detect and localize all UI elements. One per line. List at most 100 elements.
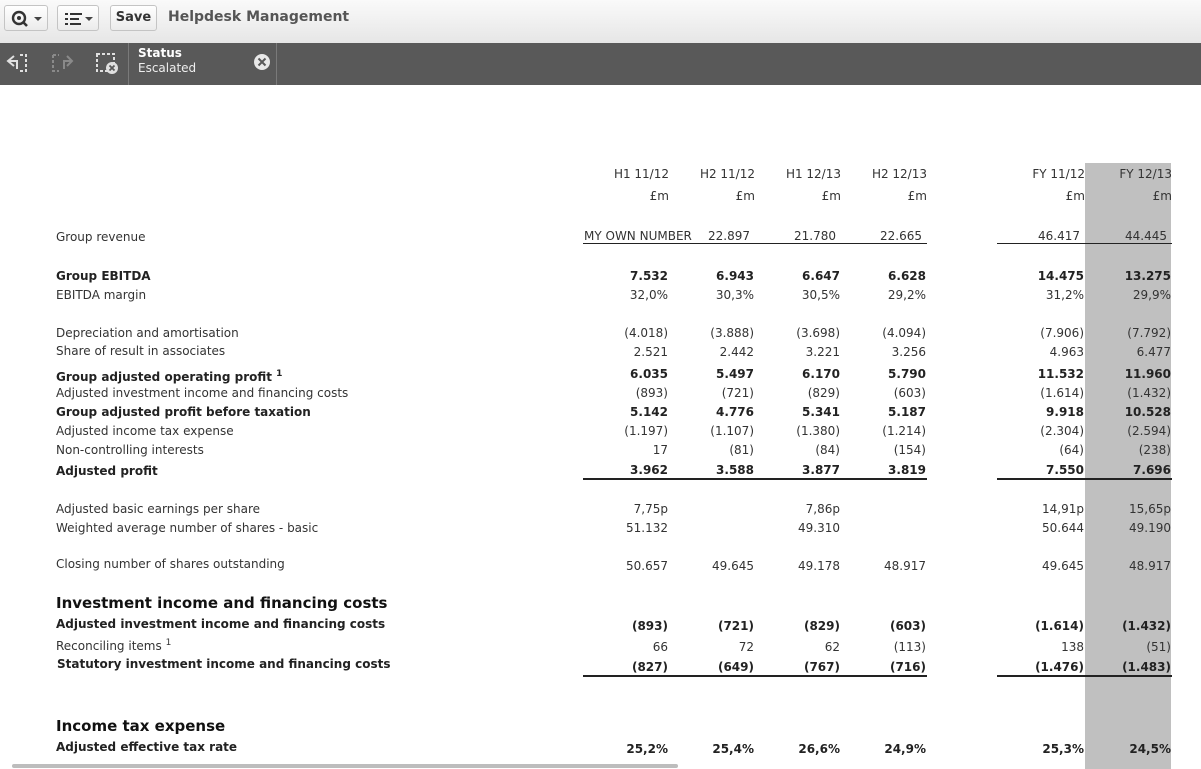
row-value: 5.497	[716, 367, 754, 381]
row-label: Reconciling items 1	[56, 635, 171, 654]
row-value: 50.644	[1042, 521, 1084, 535]
row-label: Share of result in associates	[56, 344, 226, 358]
row-value: 15,65p	[1129, 502, 1171, 516]
row-value: (1.380)	[796, 424, 840, 438]
row-value: 26,6%	[798, 742, 840, 756]
navigation-menu-button[interactable]	[57, 5, 99, 31]
row-value: 24,5%	[1129, 742, 1171, 756]
row-value: (3.888)	[710, 326, 754, 340]
chevron-down-icon	[34, 17, 42, 21]
row-label: Group adjusted operating profit 1	[56, 366, 282, 385]
row-label: Group EBITDA	[56, 269, 151, 283]
row-value: 22.665	[880, 229, 922, 243]
row-label: EBITDA margin	[56, 288, 147, 302]
save-button[interactable]: Save	[110, 5, 157, 31]
row-value: (827)	[631, 660, 668, 674]
row-value: 5.790	[888, 367, 926, 381]
row-value: 6.943	[716, 269, 754, 283]
step-forward-icon[interactable]	[50, 50, 76, 80]
row-value: (716)	[889, 660, 926, 674]
col-header-period: H2 11/12	[699, 167, 755, 181]
step-back-icon[interactable]	[4, 50, 30, 80]
row-value: (4.094)	[882, 326, 926, 340]
row-label: Adjusted profit	[56, 464, 158, 478]
row-value: (893)	[631, 619, 668, 633]
row-value: (649)	[717, 660, 754, 674]
row-value: 49.190	[1129, 521, 1171, 535]
section-title: Income tax expense	[56, 717, 226, 735]
row-value: 14,91p	[1042, 502, 1084, 516]
row-value: 29,9%	[1132, 288, 1171, 302]
row-label-text: Group adjusted operating profit	[56, 370, 272, 384]
col-header-period: H1 12/13	[785, 167, 841, 181]
row-value: (829)	[803, 619, 840, 633]
toolbar: Save Helpdesk Management	[0, 0, 1201, 44]
row-value: (238)	[1138, 443, 1171, 457]
row-value: (829)	[807, 386, 840, 400]
row-value: (1.483)	[1122, 660, 1171, 674]
row-value: 7.532	[630, 269, 668, 283]
row-value: (3.698)	[796, 326, 840, 340]
row-value: 5.341	[802, 405, 840, 419]
clear-all-selections-icon[interactable]	[94, 50, 120, 80]
row-value: (84)	[815, 443, 840, 457]
row-value: 7,86p	[805, 502, 840, 516]
divider	[997, 675, 1172, 677]
row-label-text: Reconciling items	[56, 639, 162, 653]
row-label: Group revenue	[56, 230, 146, 244]
row-label: Closing number of shares outstanding	[56, 557, 285, 571]
horizontal-scrollbar[interactable]	[12, 764, 678, 768]
row-value: 31,2%	[1045, 288, 1084, 302]
row-value: (2.594)	[1127, 424, 1171, 438]
row-value: 10.528	[1124, 405, 1171, 419]
row-value: (1.432)	[1122, 619, 1171, 633]
app-title: Helpdesk Management	[168, 9, 350, 25]
row-value: 4.963	[1049, 345, 1084, 359]
selection-field-value: Escalated	[138, 61, 197, 75]
row-value: 11.960	[1124, 367, 1171, 381]
row-value: 138	[1061, 640, 1084, 654]
row-value: (1.197)	[624, 424, 668, 438]
row-value: (81)	[729, 443, 754, 457]
section-title: Investment income and financing costs	[56, 594, 388, 612]
row-value: 9.918	[1046, 405, 1084, 419]
row-value: 30,3%	[715, 288, 754, 302]
row-label: Adjusted effective tax rate	[56, 740, 238, 754]
row-value: 46.417	[1038, 229, 1080, 243]
selection-chip-status[interactable]: Status Escalated	[128, 43, 277, 85]
row-value: 22.897	[708, 229, 750, 243]
row-value: 32,0%	[629, 288, 668, 302]
selection-field-name: Status	[138, 46, 182, 60]
row-value: 3.819	[888, 463, 926, 477]
row-value: 17	[652, 443, 668, 457]
row-value: (603)	[893, 386, 926, 400]
close-icon[interactable]	[253, 53, 271, 75]
row-label: Statutory investment income and financin…	[57, 657, 391, 671]
row-value: 6.477	[1136, 345, 1171, 359]
chevron-down-icon	[85, 17, 93, 21]
row-value: (1.476)	[1035, 660, 1084, 674]
row-value: 62	[824, 640, 840, 654]
row-value: 24,9%	[884, 742, 926, 756]
row-value: 25,2%	[626, 742, 668, 756]
selections-bar: Status Escalated	[0, 43, 1201, 85]
row-value: (2.304)	[1040, 424, 1084, 438]
col-header-unit: £m	[907, 189, 927, 203]
row-value: (4.018)	[624, 326, 668, 340]
row-value: 49.645	[712, 559, 754, 573]
row-value: 14.475	[1037, 269, 1084, 283]
row-value: (1.614)	[1035, 619, 1084, 633]
row-value: 5.187	[888, 405, 926, 419]
row-value: (64)	[1059, 443, 1084, 457]
col-header-period: H2 12/13	[871, 167, 927, 181]
row-value: 49.178	[798, 559, 840, 573]
row-value: 6.628	[888, 269, 926, 283]
col-header-period: FY 12/13	[1119, 167, 1172, 181]
row-value: 7,75p	[633, 502, 668, 516]
row-value: 72	[738, 640, 754, 654]
row-value: 6.035	[630, 367, 668, 381]
global-menu-button[interactable]	[4, 5, 48, 31]
divider	[583, 675, 927, 677]
row-value: 3.877	[802, 463, 840, 477]
divider	[583, 478, 927, 480]
